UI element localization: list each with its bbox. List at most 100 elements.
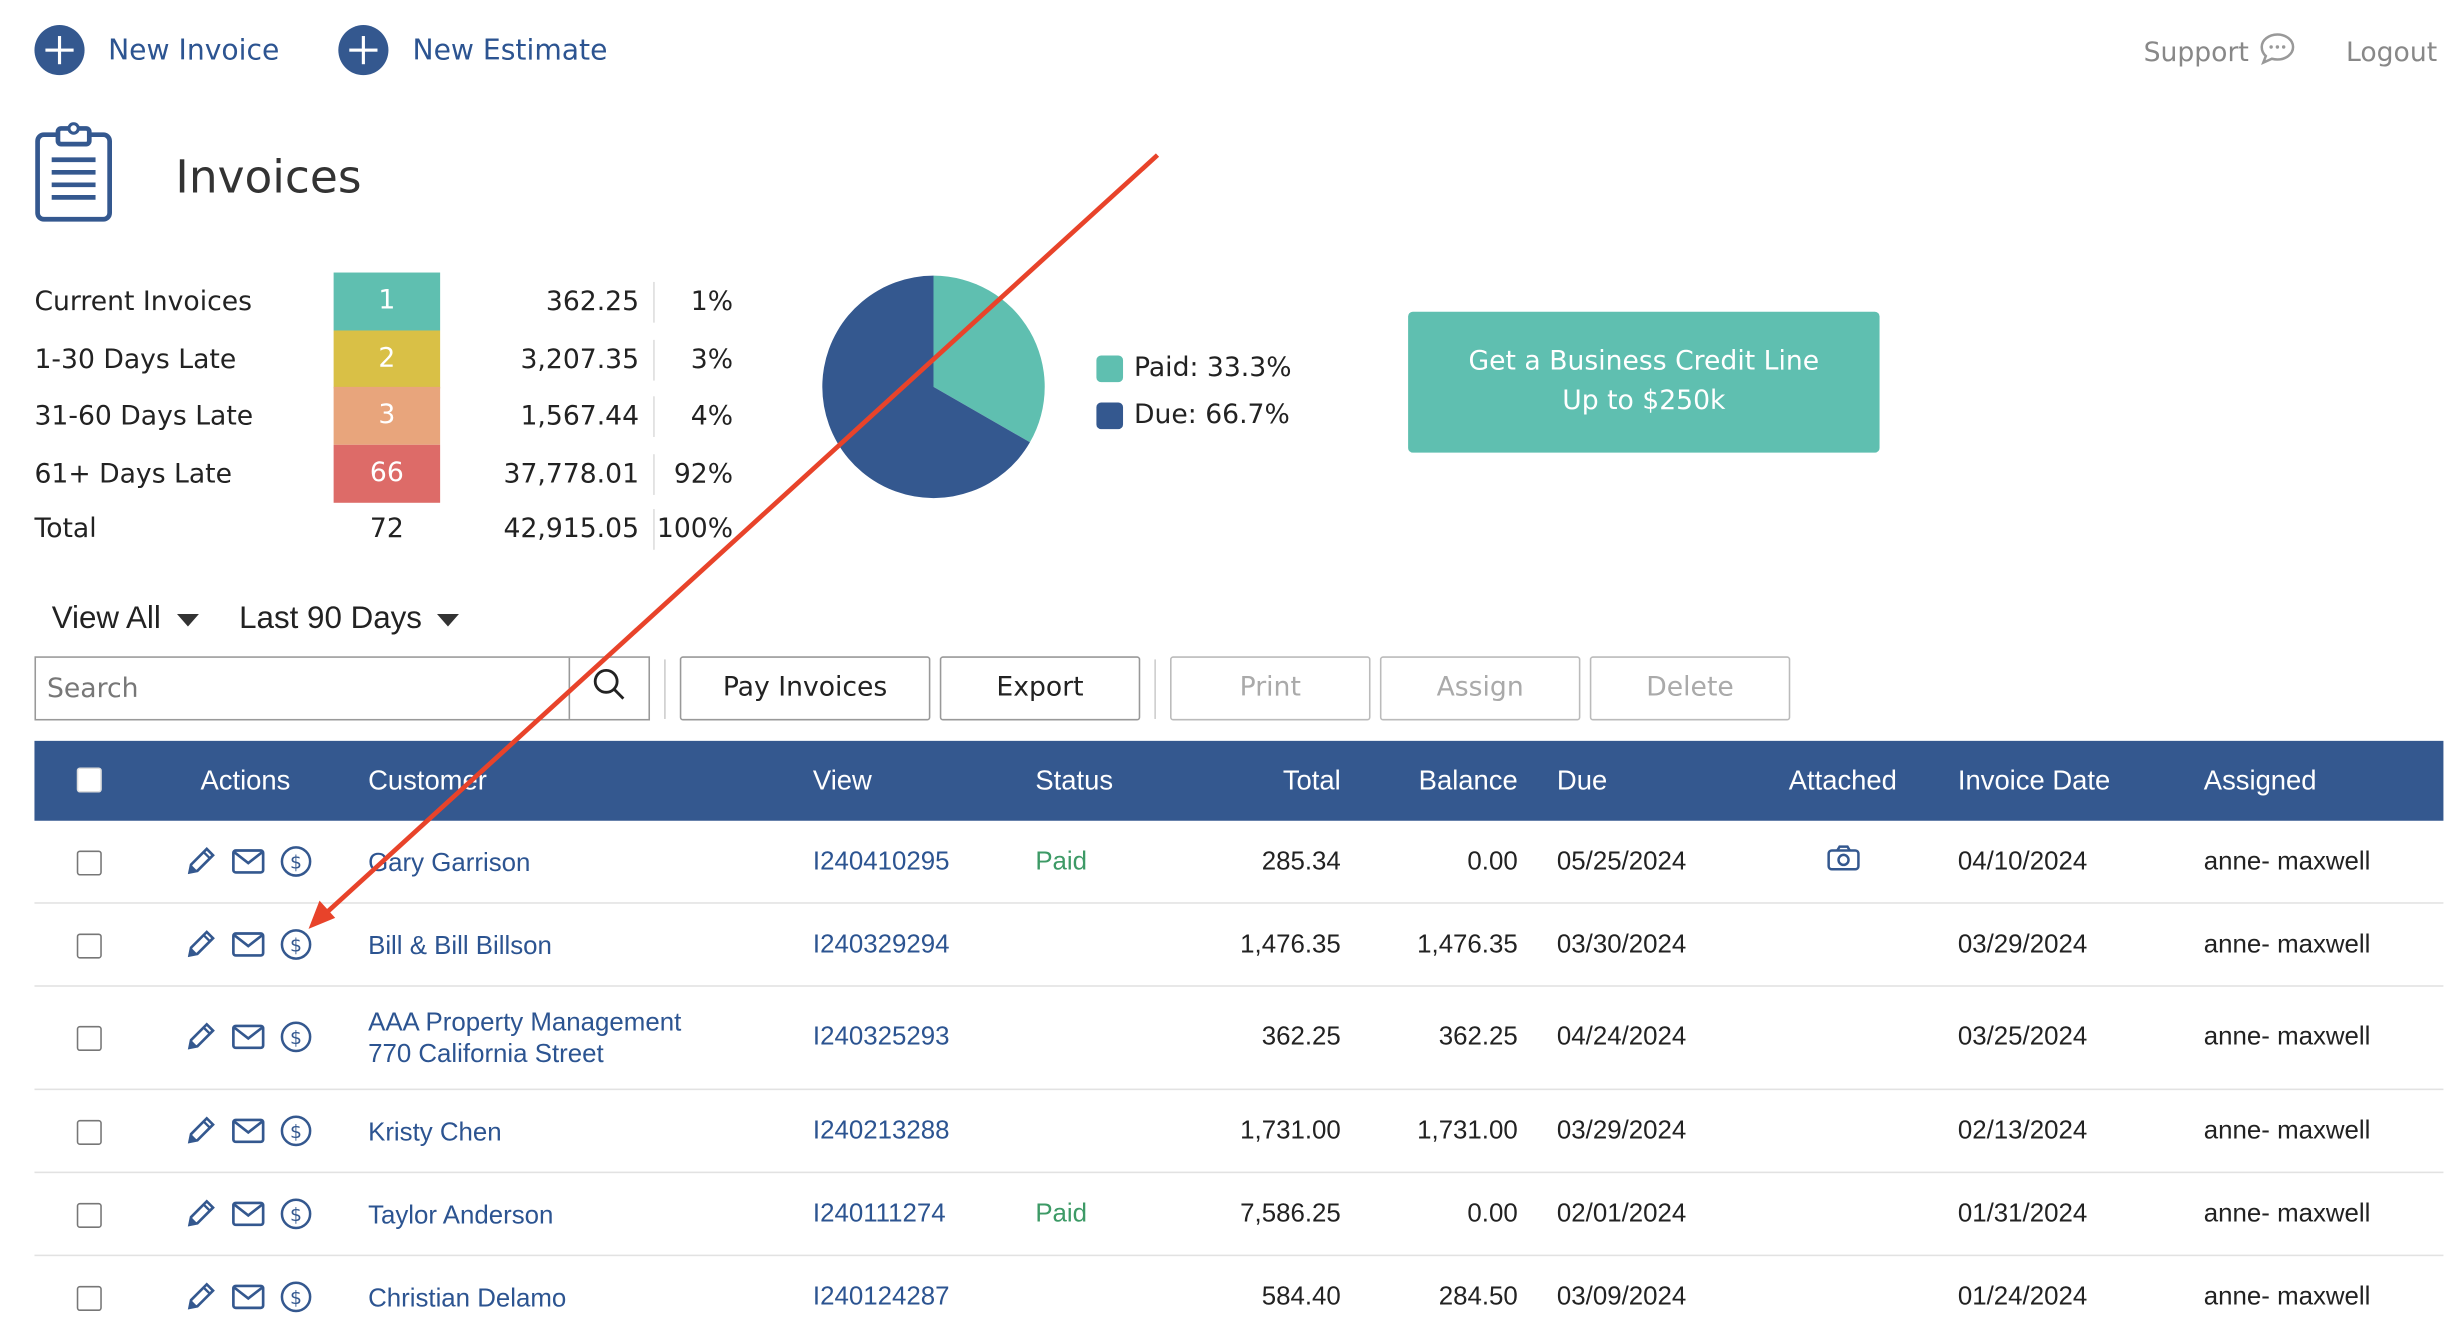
table-row[interactable]: $ Bill & Bill Billson I240329294 1,476.35 1,…: [34, 904, 2444, 987]
table-row[interactable]: $ Kristy Chen I240213288 1,731.00 1,731.00 03…: [34, 1090, 2444, 1174]
pencil-icon[interactable]: [183, 1196, 217, 1230]
table-row[interactable]: $ Gary Garrison I240410295 Paid 285.34 0.00 05…: [34, 821, 2444, 904]
customer-link[interactable]: Gary Garrison: [368, 847, 530, 878]
delete-button[interactable]: Delete: [1589, 656, 1791, 721]
invoice-number-link[interactable]: I240410295: [813, 847, 950, 877]
customer-link[interactable]: AAA Property Management 770 California St…: [368, 1007, 681, 1070]
customer-link[interactable]: Kristy Chen: [368, 1116, 502, 1147]
mail-icon[interactable]: [230, 843, 266, 877]
plus-circle-icon: [34, 25, 85, 76]
dollar-icon[interactable]: $: [279, 843, 313, 877]
legend-label: Due: 66.7%: [1134, 399, 1290, 431]
row-checkbox[interactable]: [76, 932, 102, 958]
support-link[interactable]: Support: [2144, 31, 2296, 73]
summary-row[interactable]: Current Invoices 1 362.25 1%: [34, 272, 770, 331]
invoice-number-link[interactable]: I240213288: [813, 1116, 950, 1146]
total-amount: 584.40: [1261, 1282, 1341, 1311]
row-actions: $: [183, 1279, 313, 1313]
summary-percent: 3%: [690, 344, 734, 376]
invoice-number-link[interactable]: I240329294: [813, 930, 950, 960]
search-button[interactable]: [568, 657, 649, 719]
new-invoice-button[interactable]: New Invoice: [34, 25, 279, 76]
row-checkbox[interactable]: [76, 1025, 102, 1051]
summary-count-badge[interactable]: 1: [333, 272, 441, 331]
summary-row[interactable]: 31-60 Days Late 3 1,567.44 4%: [34, 386, 770, 445]
invoice-number-link[interactable]: I240124287: [813, 1282, 950, 1312]
mail-icon[interactable]: [230, 1020, 266, 1054]
camera-icon[interactable]: [1826, 843, 1860, 879]
col-view[interactable]: View: [813, 764, 872, 797]
invoice-date: 02/13/2024: [1957, 1115, 2088, 1145]
due-date: 03/29/2024: [1556, 1115, 1687, 1145]
table-row[interactable]: $ Christian Delamo I240124287 584.40 284.50 0…: [34, 1256, 2443, 1336]
legend-swatch: [1096, 401, 1124, 429]
table-header: Actions Customer View Status Total Balan…: [34, 740, 2444, 821]
summary-row[interactable]: 1-30 Days Late 2 3,207.35 3%: [34, 330, 770, 389]
invoice-date: 03/29/2024: [1957, 929, 2088, 958]
row-actions: $: [183, 926, 313, 960]
caret-down-icon: [176, 613, 199, 626]
total-amount: 1,731.00: [1240, 1115, 1341, 1145]
summary-total-label: Total: [34, 513, 97, 546]
row-checkbox[interactable]: [76, 1119, 102, 1145]
row-checkbox[interactable]: [76, 849, 102, 875]
view-filter-dropdown[interactable]: View All: [52, 601, 199, 637]
promo-line-2: Up to $250k: [1562, 385, 1726, 417]
invoice-number-link[interactable]: I240325293: [813, 1023, 950, 1053]
mail-icon[interactable]: [230, 1196, 266, 1230]
col-assigned[interactable]: Assigned: [2204, 764, 2317, 797]
col-invoice-date[interactable]: Invoice Date: [1958, 764, 2110, 797]
summary-count-badge[interactable]: 2: [333, 330, 441, 389]
svg-text:$: $: [290, 1121, 302, 1142]
summary-total-row: Total 72 42,915.05 100%: [34, 500, 770, 558]
invoice-number-link[interactable]: I240111274: [813, 1199, 946, 1229]
col-status[interactable]: Status: [1035, 764, 1113, 797]
mail-icon[interactable]: [230, 1113, 266, 1147]
svg-text:$: $: [290, 1028, 302, 1049]
date-range-dropdown[interactable]: Last 90 Days: [239, 601, 460, 637]
row-checkbox[interactable]: [76, 1202, 102, 1228]
pencil-icon[interactable]: [183, 1113, 217, 1147]
summary-label: 61+ Days Late: [34, 458, 233, 491]
col-customer[interactable]: Customer: [368, 764, 487, 797]
pencil-icon[interactable]: [183, 1020, 217, 1054]
view-filter-label: View All: [51, 601, 161, 636]
dollar-icon[interactable]: $: [279, 1196, 313, 1230]
row-checkbox[interactable]: [76, 1285, 102, 1311]
summary-count-badge[interactable]: 66: [333, 444, 441, 503]
mail-icon[interactable]: [230, 926, 266, 960]
customer-link[interactable]: Bill & Bill Billson: [368, 930, 552, 961]
search-input[interactable]: [36, 657, 569, 719]
pay-invoices-button[interactable]: Pay Invoices: [679, 656, 931, 721]
table-row[interactable]: $ Taylor Anderson I240111274 Paid 7,586.25 0.…: [34, 1173, 2444, 1257]
logout-link[interactable]: Logout: [2346, 37, 2437, 68]
assigned-user: anne- maxwell: [2203, 1115, 2371, 1145]
table-row[interactable]: $ AAA Property Management 770 California S…: [34, 987, 2444, 1091]
new-estimate-button[interactable]: New Estimate: [338, 25, 607, 76]
balance-amount: 1,476.35: [1417, 929, 1518, 958]
business-credit-line-button[interactable]: Get a Business Credit Line Up to $250k: [1408, 311, 1880, 453]
select-all-checkbox[interactable]: [76, 767, 102, 793]
col-attached[interactable]: Attached: [1789, 764, 1897, 797]
dollar-icon[interactable]: $: [279, 1113, 313, 1147]
mail-icon[interactable]: [230, 1279, 266, 1313]
summary-count-badge[interactable]: 3: [333, 386, 441, 445]
clipboard-icon: [34, 122, 112, 230]
dollar-icon[interactable]: $: [279, 1279, 313, 1313]
col-total[interactable]: Total: [1162, 764, 1341, 797]
print-button[interactable]: Print: [1170, 656, 1371, 721]
pencil-icon[interactable]: [183, 926, 217, 960]
pencil-icon[interactable]: [183, 1279, 217, 1313]
customer-link[interactable]: Taylor Anderson: [368, 1199, 553, 1230]
dollar-icon[interactable]: $: [279, 926, 313, 960]
col-balance[interactable]: Balance: [1360, 764, 1518, 797]
summary-row[interactable]: 61+ Days Late 66 37,778.01 92%: [34, 444, 770, 503]
pencil-icon[interactable]: [183, 843, 217, 877]
customer-link[interactable]: Christian Delamo: [368, 1282, 566, 1313]
col-due[interactable]: Due: [1557, 764, 1607, 797]
balance-amount: 284.50: [1438, 1282, 1518, 1311]
assigned-user: anne- maxwell: [2203, 1199, 2371, 1228]
assign-button[interactable]: Assign: [1379, 656, 1581, 721]
export-button[interactable]: Export: [939, 656, 1141, 721]
dollar-icon[interactable]: $: [279, 1020, 313, 1054]
